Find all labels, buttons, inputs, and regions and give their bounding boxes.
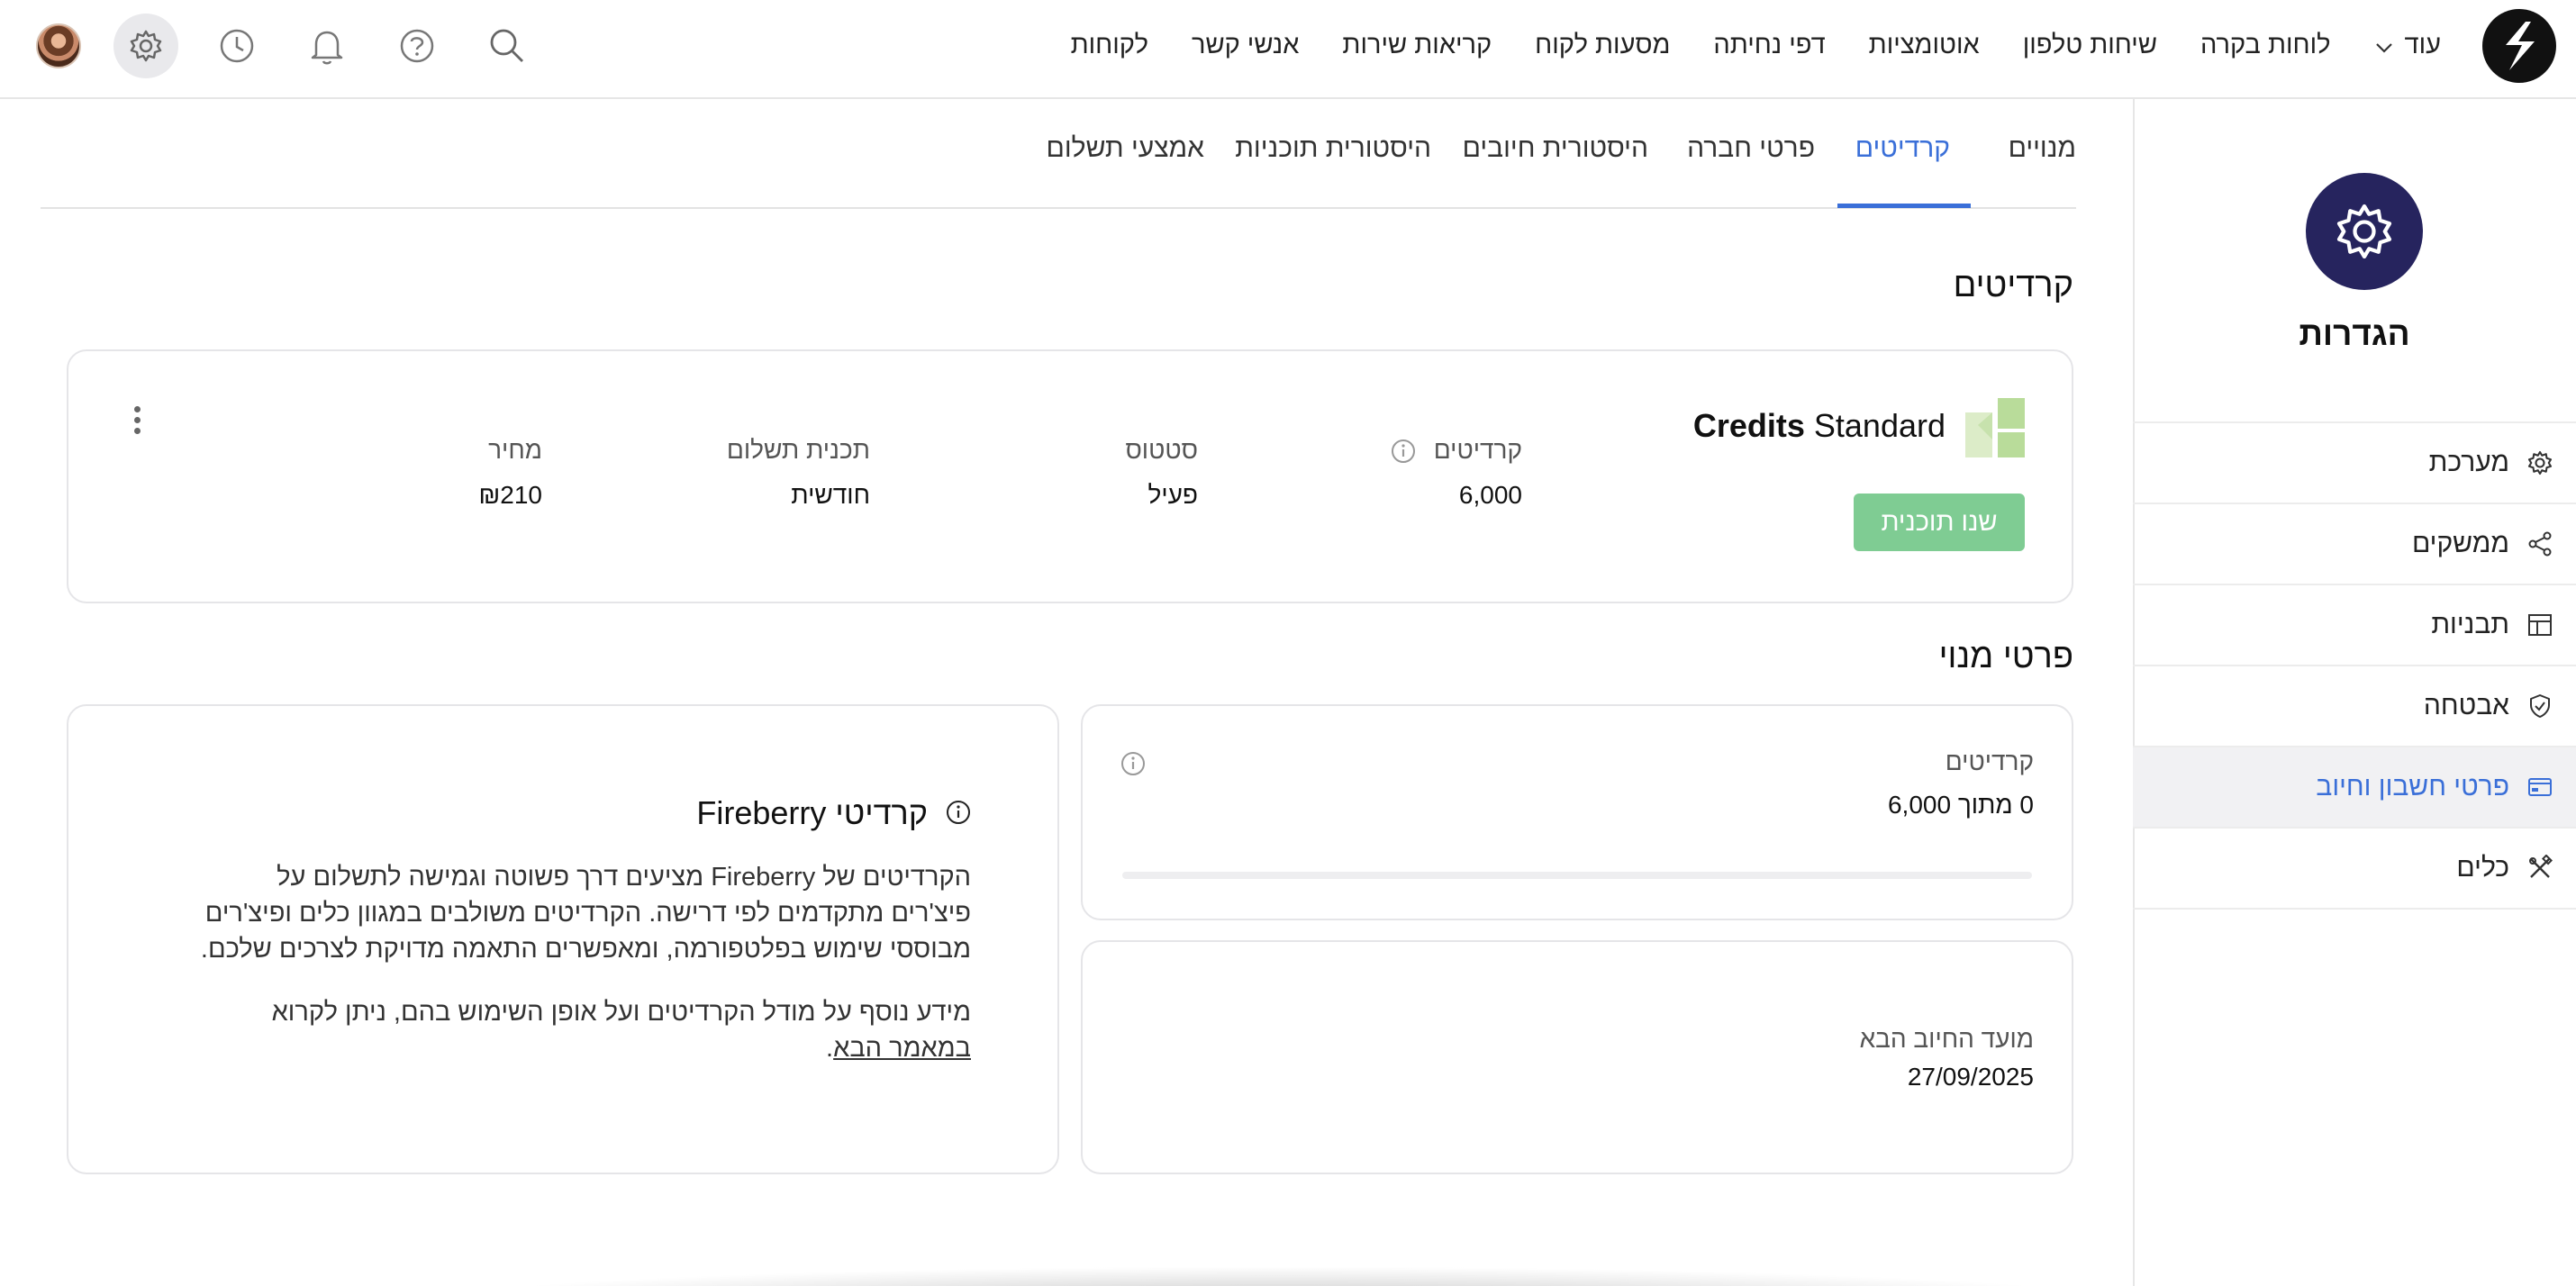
help-icon [400, 29, 434, 63]
price-column-value: ₪210 [478, 481, 543, 509]
sidebar-item-label: כלים [2456, 853, 2509, 883]
nav-item-landing-pages[interactable]: דפי נחיתה [1713, 31, 1825, 60]
tab-subscriptions[interactable]: מנויים [2009, 133, 2076, 164]
sidebar-item-templates[interactable]: תבניות [2133, 585, 2576, 666]
top-navigation-bar: לקוחות אנשי קשר קריאות שירות מסעות לקוח … [0, 0, 2576, 99]
credits-info-paragraph: הקרדיטים של Fireberry מציעים דרך פשוטה ו… [200, 863, 971, 964]
main-nav: לקוחות אנשי קשר קריאות שירות מסעות לקוח … [1028, 0, 2441, 90]
tab-company-details[interactable]: פרטי חברה [1687, 133, 1815, 164]
shield-icon [2526, 692, 2554, 720]
sidebar-item-security[interactable]: אבטחה [2133, 666, 2576, 747]
tab-plan-history[interactable]: היסטורית תוכניות [1235, 133, 1431, 164]
notifications-button[interactable] [299, 18, 355, 74]
sidebar-menu: מערכת ממשקים תבניות אבטחה פרטי חשבון וחי… [2133, 421, 2576, 910]
info-icon[interactable] [1120, 751, 1146, 776]
article-link[interactable]: במאמר הבא [833, 1034, 971, 1063]
more-info-end: . [826, 1034, 834, 1063]
bottom-shadow [423, 1266, 2135, 1286]
sidebar-item-billing[interactable]: פרטי חשבון וחיוב [2133, 747, 2576, 829]
sidebar-item-system[interactable]: מערכת [2133, 423, 2576, 504]
credits-info-card: קרדיטי Fireberry הקרדיטים של Fireberry מ… [67, 704, 1059, 1174]
plan-name: Credits Standard [1693, 407, 1946, 445]
billing-card-icon [2526, 773, 2554, 801]
tab-credits[interactable]: קרדיטים [1855, 133, 1950, 164]
sidebar-item-integrations[interactable]: ממשקים [2133, 504, 2576, 585]
next-billing-label: מועד החיוב הבא [1859, 1025, 2034, 1053]
subscription-section-title: פרטי מנוי [1938, 638, 2073, 675]
billing-tabs: מנויים קרדיטים פרטי חברה היסטורית חיובים… [41, 99, 2076, 209]
fireberry-logo[interactable] [2482, 9, 2556, 83]
credits-info-title: קרדיטי Fireberry [696, 794, 928, 831]
search-button[interactable] [479, 18, 535, 74]
plan-name-bold: Credits [1692, 407, 1805, 444]
bell-icon [311, 31, 343, 65]
settings-sidebar: הגדרות מערכת ממשקים תבניות אבטחה פרטי חש… [2133, 99, 2576, 1286]
price-column-label: מחיר [488, 436, 542, 464]
status-column-value: פעיל [1147, 481, 1198, 509]
credits-column-label: קרדיטים [1433, 436, 1522, 464]
info-icon [947, 801, 970, 824]
layout-icon [2526, 611, 2554, 639]
avatar[interactable] [36, 23, 81, 68]
sidebar-item-label: ממשקים [2411, 529, 2509, 558]
more-info-text: מידע נוסף על מודל הקרדיטים ועל אופן השימ… [271, 998, 971, 1027]
settings-button[interactable] [113, 14, 178, 78]
payment-plan-column-label: תכנית תשלום [726, 436, 870, 464]
share-icon [2526, 530, 2554, 558]
credits-plan-card: Credits Standard שנו תוכנית קרדיטים 6,00… [67, 349, 2073, 603]
plan-name-regular: Standard [1813, 407, 1946, 444]
active-tab-indicator [1837, 204, 1971, 208]
settings-badge [2306, 173, 2423, 290]
chevron-down-icon [2375, 43, 2392, 53]
gear-icon [2336, 204, 2392, 259]
history-icon [220, 29, 254, 63]
sidebar-item-label: מערכת [2428, 448, 2509, 477]
status-column-label: סטטוס [1125, 436, 1198, 464]
credits-section-title: קרדיטים [1953, 267, 2073, 304]
usage-progress-bar [1122, 872, 2032, 879]
history-button[interactable] [209, 18, 265, 74]
nav-item-contacts[interactable]: אנשי קשר [1192, 31, 1299, 60]
sidebar-item-label: אבטחה [2423, 691, 2509, 720]
payment-plan-column-value: חודשית [791, 481, 870, 509]
nav-more-menu[interactable]: עוד [2374, 31, 2441, 60]
credits-column-value: 6,000 [1458, 481, 1522, 509]
tab-billing-history[interactable]: היסטורית חיובים [1463, 133, 1648, 164]
sidebar-title: הגדרות [2299, 315, 2410, 352]
sidebar-item-tools[interactable]: כלים [2133, 829, 2576, 910]
tab-payment-methods[interactable]: אמצעי תשלום [1047, 133, 1204, 164]
help-button[interactable] [389, 18, 445, 74]
settings-icon [130, 30, 162, 62]
nav-item-customer-journeys[interactable]: מסעות לקוח [1535, 31, 1670, 60]
more-options-kebab-icon[interactable] [128, 403, 146, 439]
change-plan-button[interactable]: שנו תוכנית [1854, 494, 2025, 551]
nav-item-service-calls[interactable]: קריאות שירות [1342, 31, 1492, 60]
nav-item-automations[interactable]: אוטומציות [1869, 31, 1980, 60]
sidebar-item-label: תבניות [2431, 610, 2509, 639]
gear-icon [2526, 448, 2554, 477]
sidebar-item-label: פרטי חשבון וחיוב [2316, 772, 2509, 801]
info-icon[interactable] [1391, 439, 1416, 464]
credits-plan-icon [1965, 398, 2025, 457]
nav-more-label: עוד [2404, 30, 2441, 59]
search-icon [490, 29, 523, 62]
nav-item-dashboards[interactable]: לוחות בקרה [2200, 31, 2331, 60]
credits-usage-card: קרדיטים 0 מתוך 6,000 [1081, 704, 2073, 920]
nav-item-phone-calls[interactable]: שיחות טלפון [2023, 31, 2157, 60]
next-billing-card: מועד החיוב הבא 27/09/2025 [1081, 940, 2073, 1174]
next-billing-date: 27/09/2025 [1907, 1063, 2034, 1091]
nav-item-customers[interactable]: לקוחות [1071, 31, 1148, 60]
tools-icon [2526, 854, 2554, 883]
usage-label: קרדיטים [1945, 747, 2034, 775]
usage-value: 0 מתוך 6,000 [1887, 791, 2034, 819]
logo-mark-icon [2506, 22, 2535, 70]
credits-info-more-paragraph: מידע נוסף על מודל הקרדיטים ועל אופן השימ… [196, 994, 971, 1066]
